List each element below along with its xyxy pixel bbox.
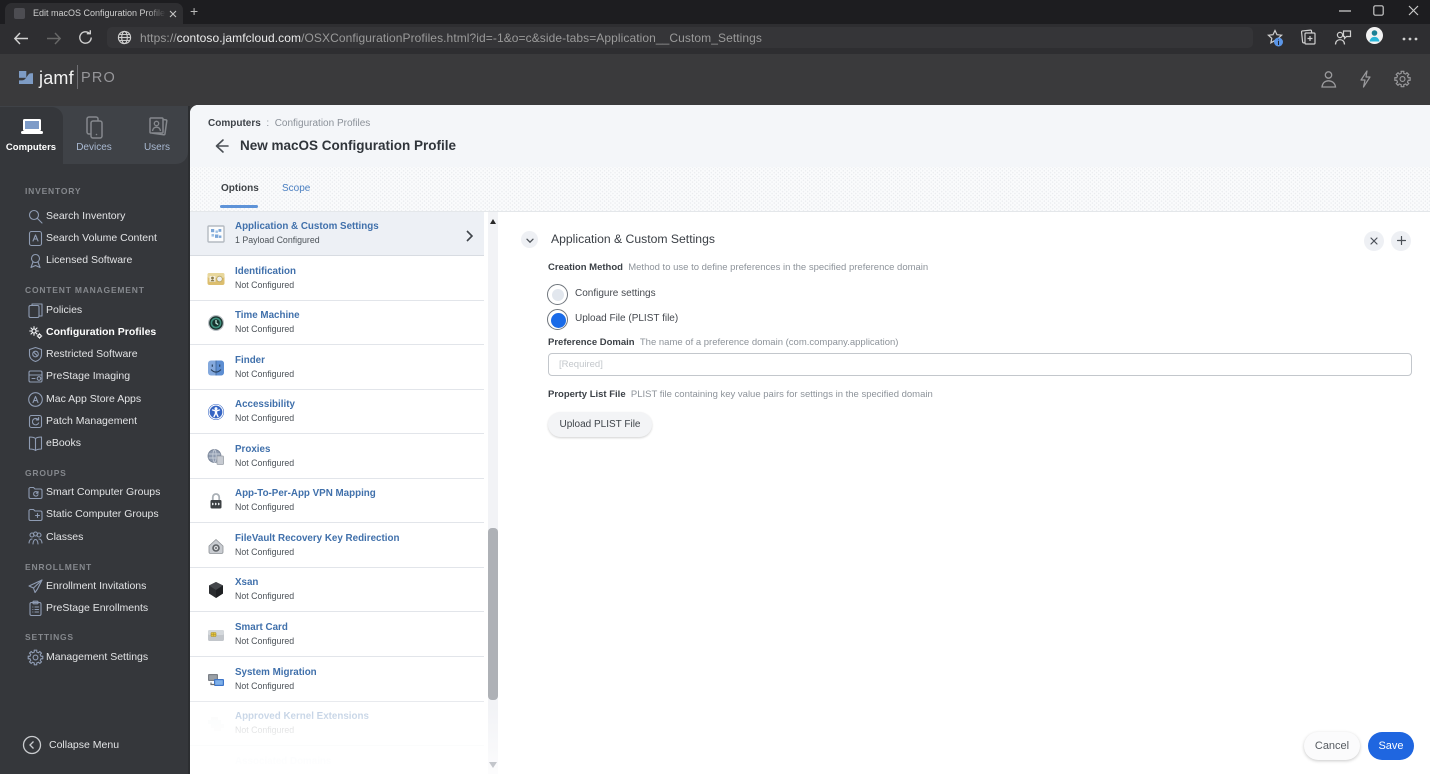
svg-text:i: i — [1278, 40, 1280, 47]
